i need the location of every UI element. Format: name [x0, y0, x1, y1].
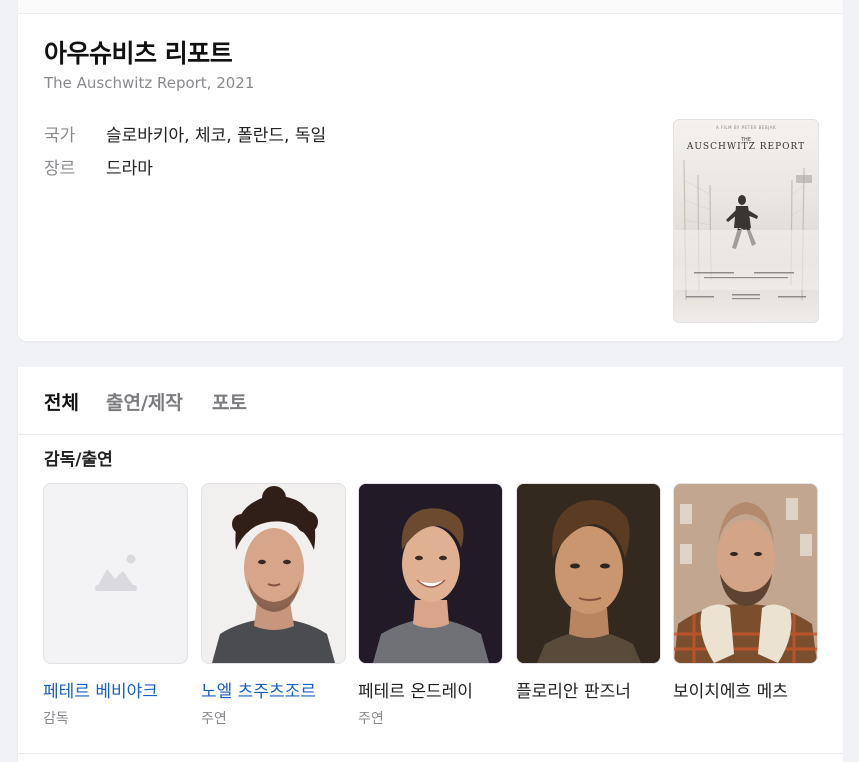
person-name[interactable]: 페테르 온드레이 — [358, 677, 503, 702]
person-card[interactable]: 페테르 베비야크 감독 — [43, 483, 188, 728]
section-title: 감독/출연 — [44, 450, 113, 470]
info-label: 장르 — [44, 159, 76, 179]
portrait-image — [674, 484, 817, 663]
image-placeholder-icon — [94, 554, 137, 591]
person-card[interactable]: 페테르 온드레이 주연 — [358, 483, 503, 728]
info-row-country: 국가 슬로바키아, 체코, 폴란드, 독일 — [44, 121, 326, 146]
person-name[interactable]: 플로리안 판즈너 — [516, 677, 661, 702]
tab-all[interactable]: 전체 — [44, 388, 79, 415]
info-value: 슬로바키아, 체코, 폴란드, 독일 — [106, 126, 327, 146]
cast-crew-card: 전체 출연/제작 포토 감독/출연 페테르 베비야크 감독 노엘 츠주츠조르 주… — [18, 367, 843, 762]
info-value: 드라마 — [106, 159, 153, 179]
person-photo — [201, 483, 346, 664]
movie-title: 아우슈비츠 리포트 — [44, 39, 233, 68]
person-name[interactable]: 노엘 츠주츠조르 — [201, 677, 346, 702]
info-label: 국가 — [44, 126, 76, 146]
person-card[interactable]: 플로리안 판즈너 — [516, 483, 661, 708]
tab-bar: 전체 출연/제작 포토 — [18, 367, 843, 435]
movie-subtitle: The Auschwitz Report, 2021 — [44, 74, 255, 92]
person-photo — [43, 483, 188, 664]
person-card[interactable]: 노엘 츠주츠조르 주연 — [201, 483, 346, 728]
person-card[interactable]: 보이치에흐 메츠 — [673, 483, 818, 708]
person-name[interactable]: 보이치에흐 메츠 — [673, 677, 818, 702]
top-strip — [18, 0, 843, 14]
tab-photo[interactable]: 포토 — [212, 388, 247, 415]
info-row-genre: 장르 드라마 — [44, 154, 153, 179]
movie-poster[interactable]: A FILM BY PETER BEBJAK THE AUSCHWITZ REP… — [673, 119, 819, 323]
portrait-image — [202, 484, 345, 663]
person-photo — [358, 483, 503, 664]
person-role: 감독 — [43, 711, 69, 727]
person-photo — [516, 483, 661, 664]
movie-info-card: 아우슈비츠 리포트 The Auschwitz Report, 2021 국가 … — [18, 0, 843, 341]
portrait-image — [517, 484, 660, 663]
person-role: 주연 — [358, 711, 384, 727]
tab-cast-crew[interactable]: 출연/제작 — [106, 388, 183, 415]
person-photo — [673, 483, 818, 664]
poster-art — [674, 159, 818, 301]
portrait-image — [359, 484, 502, 663]
person-name[interactable]: 페테르 베비야크 — [43, 677, 188, 702]
divider — [18, 753, 843, 754]
person-role: 주연 — [201, 711, 227, 727]
